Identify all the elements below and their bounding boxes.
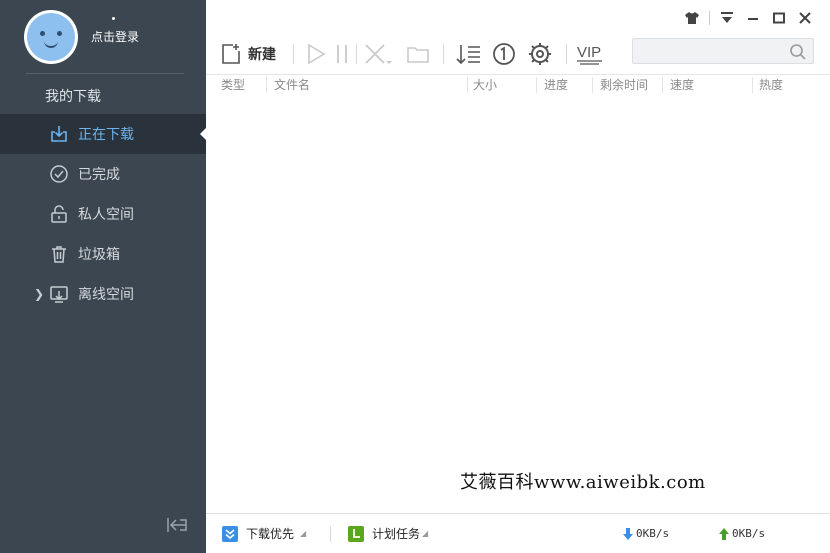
watermark-text: 艾薇百科www.aiweibk.com: [460, 472, 706, 493]
new-task-button[interactable]: 新建: [220, 39, 276, 69]
sidebar-item-label: 垃圾箱: [78, 247, 120, 263]
status-bar: 下载优先 ◢ 计划任务 ◢ 0KB/s 0KB/s: [206, 513, 830, 553]
delete-x-icon: [365, 44, 392, 64]
sidebar-item-label: 已完成: [78, 167, 120, 183]
triangle-down-icon: ◢: [300, 529, 307, 538]
gear-speed-icon: [529, 43, 551, 65]
minimize-icon: [748, 18, 758, 20]
avatar[interactable]: [24, 10, 78, 64]
download-arrow-icon: [623, 527, 633, 540]
column-header-size[interactable]: 大小: [473, 77, 497, 93]
open-folder-button[interactable]: [406, 39, 430, 69]
close-icon: [799, 12, 811, 24]
sidebar-item-offline-space[interactable]: ❯ 离线空间: [0, 274, 206, 314]
search-input[interactable]: [639, 42, 789, 60]
sidebar-item-completed[interactable]: 已完成: [0, 154, 206, 194]
avatar-face-icon: [27, 13, 75, 61]
sort-button[interactable]: [456, 39, 482, 69]
main-panel: 新建 VIP 类型 文件名 大小 进度 剩余时间 速度 热度 艾薇百科www.a…: [206, 0, 830, 553]
sidebar-divider: [26, 73, 184, 74]
minimize-button[interactable]: [740, 8, 766, 28]
column-header-filename[interactable]: 文件名: [274, 77, 310, 93]
task-list-header: 类型 文件名 大小 进度 剩余时间 速度 热度: [206, 74, 830, 94]
window-controls-divider: [709, 11, 710, 25]
upload-arrow-icon: [719, 527, 729, 540]
new-file-icon: [222, 44, 240, 64]
schedule-clock-icon: [348, 525, 364, 542]
column-header-type[interactable]: 类型: [221, 77, 245, 93]
folder-icon: [407, 47, 429, 63]
column-divider[interactable]: [592, 77, 593, 93]
toolbar-divider: [566, 44, 567, 64]
chevron-right-icon[interactable]: ❯: [34, 287, 44, 301]
status-dot: [112, 17, 115, 20]
skin-button[interactable]: [679, 8, 705, 28]
shirt-icon: [685, 12, 699, 24]
sidebar: 点击登录 我的下载 正在下载 已完成 私人空间 垃圾箱 ❯ 离线空间: [0, 0, 206, 553]
menu-dropdown-button[interactable]: [714, 8, 740, 28]
vip-button[interactable]: VIP: [576, 39, 604, 69]
collapse-left-icon: [167, 518, 187, 532]
window-controls: [679, 8, 818, 28]
column-divider[interactable]: [266, 77, 267, 93]
start-button[interactable]: [305, 39, 327, 69]
menu-down-icon: [721, 12, 733, 23]
priority-chevrons-icon: [222, 525, 238, 542]
pause-button[interactable]: [334, 39, 350, 69]
svg-text:VIP: VIP: [577, 44, 601, 61]
column-divider[interactable]: [536, 77, 537, 93]
toolbar-divider: [443, 44, 444, 64]
cloud-download-icon: [48, 283, 70, 305]
collapse-sidebar-button[interactable]: [166, 515, 190, 535]
toolbar-divider: [356, 44, 357, 64]
maximize-button[interactable]: [766, 8, 792, 28]
close-button[interactable]: [792, 8, 818, 28]
speed-limit-button[interactable]: [528, 39, 552, 69]
column-divider[interactable]: [752, 77, 753, 93]
profile-area: 点击登录: [0, 0, 206, 74]
trash-icon: [48, 243, 70, 265]
delete-button[interactable]: [364, 39, 392, 69]
sidebar-item-label: 私人空间: [78, 207, 134, 223]
scheduled-tasks-button[interactable]: 计划任务 ◢: [348, 525, 428, 542]
upload-speed: 0KB/s: [718, 527, 765, 540]
scheduled-tasks-label: 计划任务: [372, 527, 421, 541]
upload-speed-value: 0KB/s: [732, 527, 766, 540]
column-divider[interactable]: [662, 77, 663, 93]
lock-icon: [48, 203, 70, 225]
column-header-speed[interactable]: 速度: [670, 77, 694, 93]
section-title-my-downloads: 我的下载: [45, 89, 101, 105]
download-speed-value: 0KB/s: [636, 527, 670, 540]
maximize-icon: [773, 12, 785, 24]
sidebar-item-downloading[interactable]: 正在下载: [0, 114, 206, 154]
footer-divider: [330, 526, 331, 542]
download-priority-button[interactable]: 下载优先 ◢: [222, 525, 306, 542]
toolbar-divider: [293, 44, 294, 64]
sidebar-item-private-space[interactable]: 私人空间: [0, 194, 206, 234]
new-task-label: 新建: [248, 47, 276, 63]
search-box: [632, 38, 814, 64]
login-link[interactable]: 点击登录: [91, 28, 139, 45]
triangle-down-icon: ◢: [422, 529, 429, 538]
download-arrow-icon: [48, 123, 70, 145]
toolbar: 新建 VIP: [206, 36, 830, 72]
vip-icon: VIP: [577, 44, 602, 65]
sidebar-item-trash[interactable]: 垃圾箱: [0, 234, 206, 274]
download-priority-label: 下载优先: [246, 527, 295, 541]
download-speed: 0KB/s: [622, 527, 669, 540]
pause-icon: [337, 45, 347, 63]
check-circle-icon: [48, 163, 70, 185]
play-icon: [308, 43, 326, 65]
column-divider[interactable]: [467, 77, 468, 93]
sidebar-item-label: 正在下载: [78, 127, 134, 143]
sort-list-icon: [456, 45, 480, 65]
number-one-circle-icon: [493, 43, 515, 65]
sidebar-item-label: 离线空间: [78, 287, 134, 303]
column-header-popularity[interactable]: 热度: [759, 77, 783, 93]
column-header-progress[interactable]: 进度: [544, 77, 568, 93]
single-task-mode-button[interactable]: [492, 39, 516, 69]
search-icon[interactable]: [789, 43, 807, 61]
column-header-remaining-time[interactable]: 剩余时间: [600, 77, 648, 93]
